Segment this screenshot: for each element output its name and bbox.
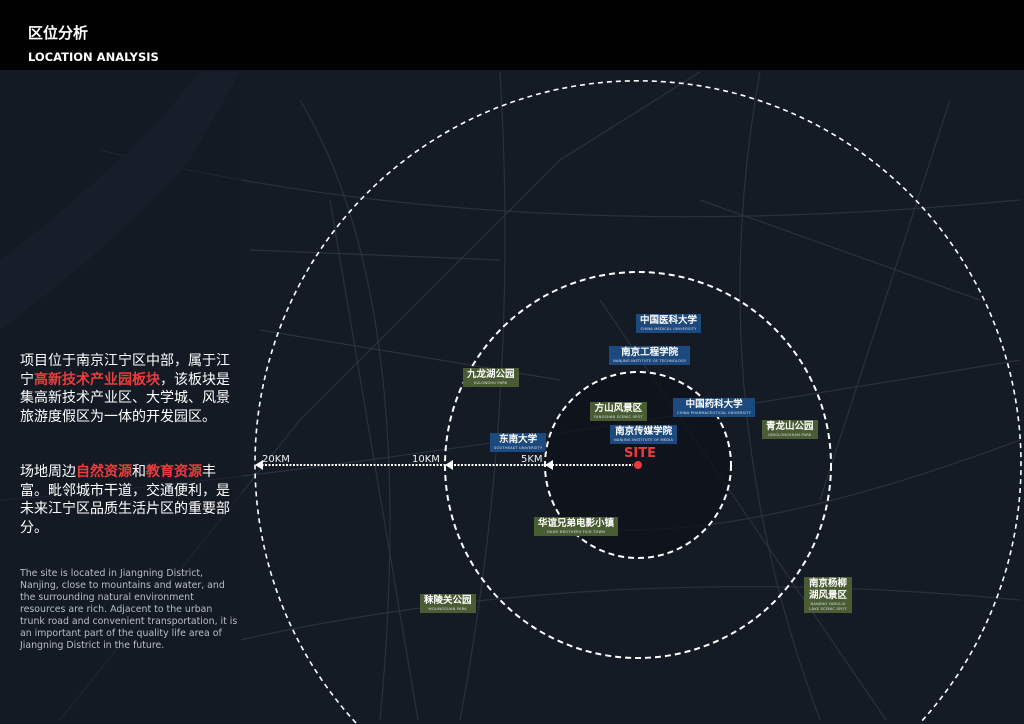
poi-label: 青龙山公园 QINGLONGSHAN PARK [762,420,818,439]
poi-name-en: JIULONGHU PARK [474,381,508,385]
ring-label-10km: 10KM [412,454,440,465]
poi-name-cn: 东南大学 [499,434,538,445]
poi-label: 南京杨柳湖风景区 NANJING YANGLIU LAKE SCENIC SPOT [804,577,852,613]
poi-label: 华谊兄弟电影小镇 HUAYI BROTHERS FILM TOWN [534,517,619,536]
poi-label: 东南大学 SOUTHEAST UNIVERSITY [490,433,547,452]
description-english: The site is located in Jiangning Distric… [20,568,238,651]
poi-name-cn: 南京工程学院 [621,347,679,358]
poi-name-en: HUAYI BROTHERS FILM TOWN [546,530,606,534]
poi-name-cn: 中国医科大学 [640,315,698,326]
page-subtitle: LOCATION ANALYSIS [28,50,159,64]
poi-label: 九龙湖公园 JIULONGHU PARK [463,368,519,387]
page-title: 区位分析 [28,24,89,42]
poi-name-en: MOLINGGUAN PARK [428,607,467,611]
poi-name-cn: 南京杨柳湖风景区 [808,578,847,601]
poi-label: 方山风景区 FANGSHAN SCENIC SPOT [590,402,647,421]
poi-label: 中国药科大学 CHINA PHARMACEUTICAL UNIVERSITY [673,398,756,417]
poi-label: 秣陵关公园 MOLINGGUAN PARK [420,594,476,613]
poi-name-cn: 方山风景区 [594,403,643,414]
poi-name-en: CHINA PHARMACEUTICAL UNIVERSITY [677,411,752,415]
poi-name-en: QINGLONGSHAN PARK [768,433,812,437]
description-paragraph-1: 项目位于南京江宁区中部，属于江宁高新技术产业园板块，该板块是集高新技术产业区、大… [20,353,230,425]
poi-name-cn: 青龙山公园 [766,421,814,432]
poi-name-cn: 南京传媒学院 [615,426,673,437]
arrow-10km [445,460,453,470]
poi-name-cn: 九龙湖公园 [467,369,515,380]
ring-label-5km: 5KM [521,454,543,465]
poi-label: 南京工程学院 NANJING INSTITUTE OF TECHNOLOGY [609,346,691,365]
poi-name-en: SOUTHEAST UNIVERSITY [494,446,543,450]
site-marker [634,461,642,469]
header: 区位分析 LOCATION ANALYSIS [0,0,1024,70]
poi-label: 中国医科大学 CHINA MEDICAL UNIVERSITY [636,314,702,333]
poi-name-en: CHINA MEDICAL UNIVERSITY [640,327,697,331]
site-label: SITE [624,446,656,461]
poi-name-en: NANJING YANGLIU LAKE SCENIC SPOT [809,602,847,611]
description-paragraph-2: 场地周边自然资源和教育资源丰富。毗邻城市干道，交通便利，是未来江宁区品质生活片区… [20,464,230,536]
ring-label-20km: 20KM [262,454,290,465]
poi-name-en: FANGSHAN SCENIC SPOT [594,415,643,419]
poi-name-en: NANJING INSTITUTE OF TECHNOLOGY [613,359,687,363]
poi-name-en: NANJING INSTITUTE OF MEDIA [614,438,674,442]
poi-name-cn: 秣陵关公园 [424,595,472,606]
poi-name-cn: 中国药科大学 [685,399,743,410]
poi-label: 南京传媒学院 NANJING INSTITUTE OF MEDIA [610,425,678,444]
poi-name-cn: 华谊兄弟电影小镇 [538,518,615,529]
